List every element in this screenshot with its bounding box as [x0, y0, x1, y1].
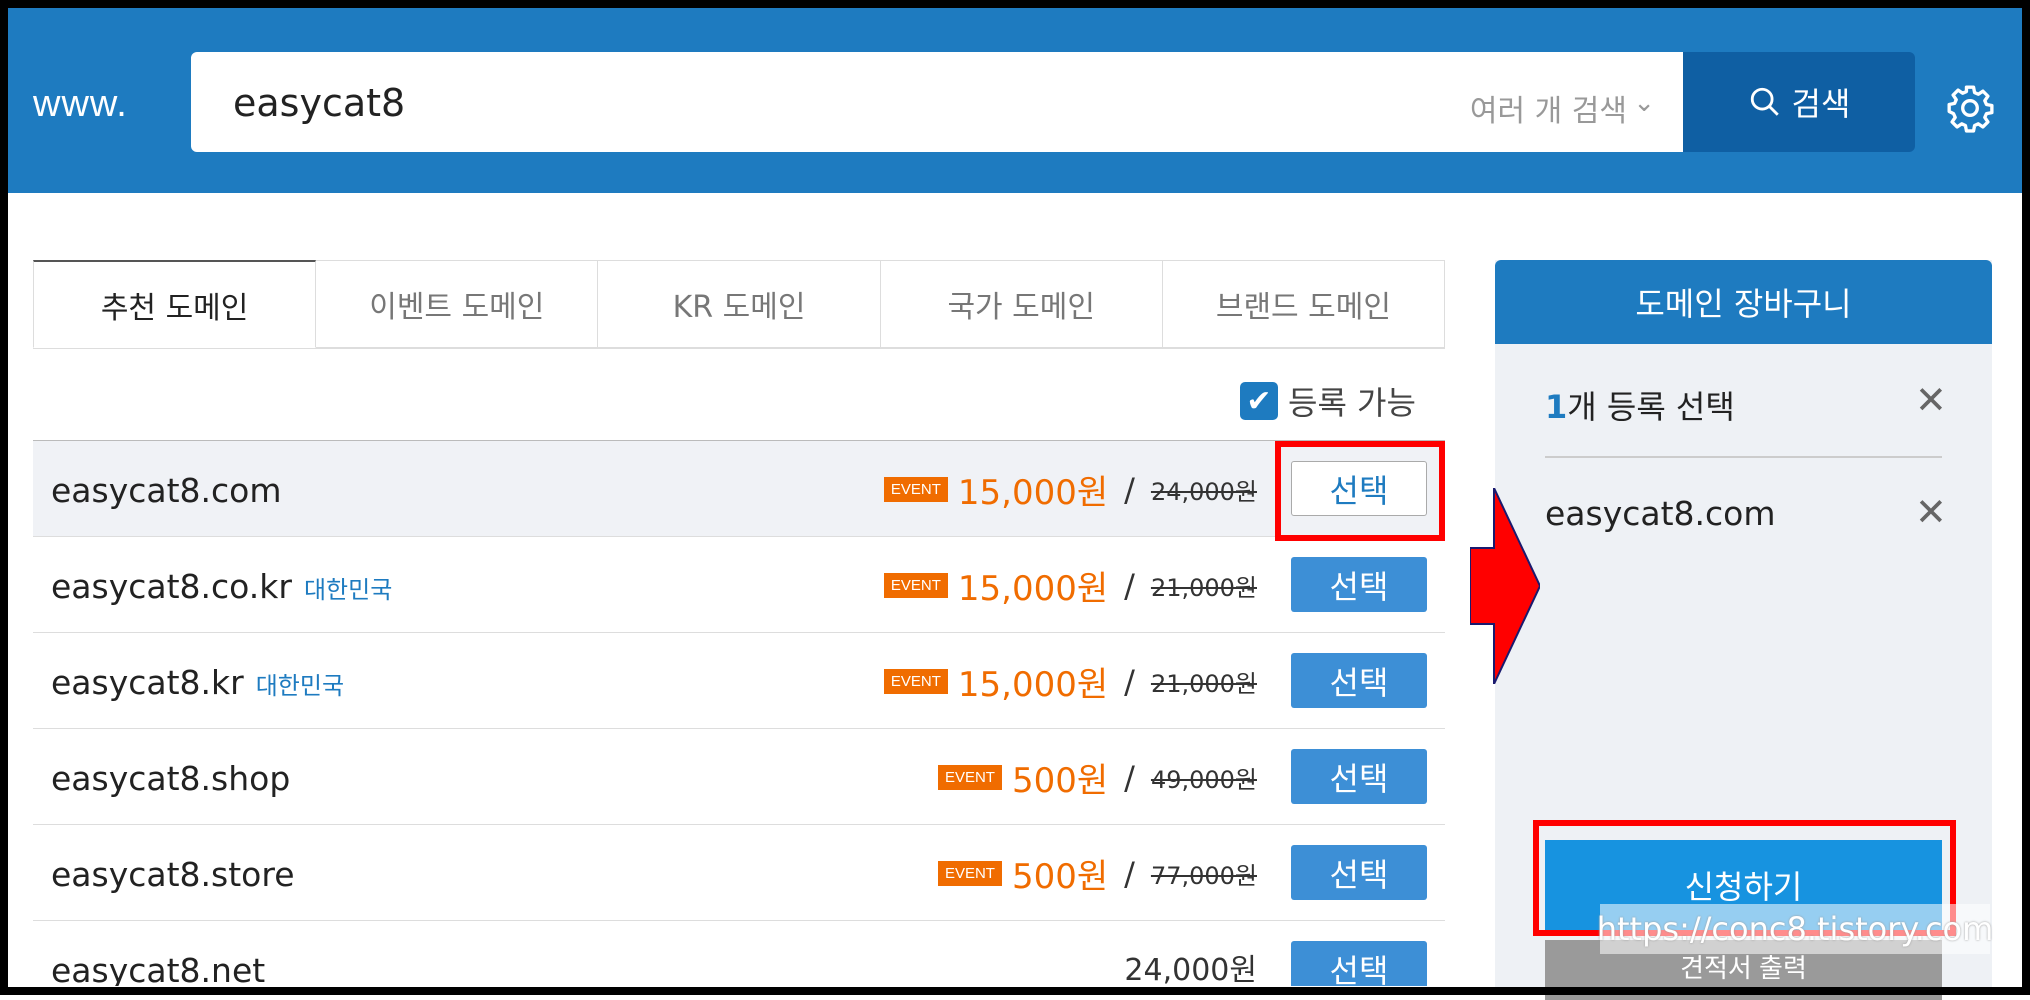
country-label: 대한민국 — [303, 576, 393, 604]
domain-name: easycat8.co.kr 대한민국 — [51, 567, 393, 606]
table-row: easycat8.kr 대한민국 EVENT 15,000원 / 21,000원 … — [33, 633, 1445, 729]
remove-item-close-icon[interactable]: ✕ — [1915, 490, 1947, 534]
domain-list: easycat8.com EVENT 15,000원 / 24,000원 선택 … — [33, 440, 1445, 986]
cart-count-number: 1 — [1545, 388, 1568, 426]
sale-price: 15,000원 — [957, 569, 1109, 609]
sale-price: 15,000원 — [957, 665, 1109, 705]
domain-search-input[interactable] — [231, 74, 1335, 132]
tab-recommended[interactable]: 추천 도메인 — [33, 260, 317, 348]
cart-item-domain: easycat8.com — [1545, 494, 1776, 533]
domain-name: easycat8.com — [51, 471, 282, 510]
price-info: EVENT 15,000원 / 21,000원 — [883, 657, 1257, 706]
search-button[interactable]: 검색 — [1683, 52, 1915, 152]
price-info: EVENT 15,000원 / 24,000원 — [883, 465, 1257, 514]
sale-price: 500원 — [1011, 761, 1109, 801]
search-box: 여러 개 검색 ⌄ — [191, 52, 1683, 152]
search-button-label: 검색 — [1791, 86, 1851, 122]
cart-divider — [1545, 456, 1942, 458]
tab-brand[interactable]: 브랜드 도메인 — [1162, 260, 1446, 348]
country-label: 대한민국 — [255, 672, 345, 700]
event-badge: EVENT — [883, 669, 948, 694]
original-price: 21,000원 — [1150, 574, 1257, 602]
original-price: 49,000원 — [1150, 766, 1257, 794]
select-button[interactable]: 선택 — [1291, 653, 1427, 708]
domain-name: easycat8.kr 대한민국 — [51, 663, 345, 702]
annotation-arrow-icon — [1470, 488, 1540, 684]
chevron-down-icon[interactable]: ⌄ — [1633, 88, 1655, 118]
select-button[interactable]: 선택 — [1291, 941, 1427, 986]
table-row: easycat8.shop EVENT 500원 / 49,000원 선택 — [33, 729, 1445, 825]
domain-tabs: 추천 도메인 이벤트 도메인 KR 도메인 국가 도메인 브랜드 도메인 — [33, 260, 1446, 349]
tab-kr[interactable]: KR 도메인 — [598, 260, 881, 348]
annotation-highlight-select — [1275, 441, 1445, 541]
tab-event[interactable]: 이벤트 도메인 — [316, 260, 599, 348]
www-prefix: www. — [33, 83, 128, 125]
price-info: EVENT 500원 / 77,000원 — [937, 849, 1257, 898]
price-info: EVENT 500원 / 49,000원 — [937, 753, 1257, 802]
available-filter[interactable]: ✔ 등록 가능 — [1240, 378, 1416, 424]
select-button[interactable]: 선택 — [1291, 749, 1427, 804]
available-filter-label: 등록 가능 — [1288, 384, 1416, 422]
original-price: 77,000원 — [1150, 862, 1257, 890]
tab-country[interactable]: 국가 도메인 — [880, 260, 1163, 348]
watermark-text: https://conc8.tistory.com — [1597, 904, 1993, 954]
event-badge: EVENT — [937, 765, 1002, 790]
cart-selection-count: 1개 등록 선택 — [1545, 382, 1735, 428]
event-badge: EVENT — [883, 477, 948, 502]
cart-count-label: 개 등록 선택 — [1567, 388, 1735, 426]
price-info: EVENT 15,000원 / 21,000원 — [883, 561, 1257, 610]
select-button[interactable]: 선택 — [1291, 557, 1427, 612]
price-info: 24,000원 — [1124, 945, 1257, 986]
table-row: easycat8.store EVENT 500원 / 77,000원 선택 — [33, 825, 1445, 921]
table-row: easycat8.com EVENT 15,000원 / 24,000원 선택 — [33, 441, 1445, 537]
table-row: easycat8.co.kr 대한민국 EVENT 15,000원 / 21,00… — [33, 537, 1445, 633]
search-icon — [1750, 87, 1779, 116]
checkbox-checked-icon[interactable]: ✔ — [1240, 382, 1278, 420]
original-price: 24,000원 — [1150, 478, 1257, 506]
domain-name: easycat8.store — [51, 855, 295, 894]
header-bar: www. 여러 개 검색 ⌄ 검색 — [8, 8, 2022, 193]
sale-price: 15,000원 — [957, 473, 1109, 513]
cart-title: 도메인 장바구니 — [1495, 260, 1992, 344]
sale-price: 500원 — [1011, 857, 1109, 897]
event-badge: EVENT — [883, 573, 948, 598]
original-price: 21,000원 — [1150, 670, 1257, 698]
domain-name: easycat8.net — [51, 951, 266, 986]
select-button[interactable]: 선택 — [1291, 845, 1427, 900]
gear-icon[interactable] — [1945, 83, 1995, 133]
regular-price: 24,000원 — [1124, 953, 1257, 986]
multi-search-toggle[interactable]: 여러 개 검색 — [1470, 86, 1627, 130]
domain-name: easycat8.shop — [51, 759, 291, 798]
clear-all-close-icon[interactable]: ✕ — [1915, 378, 1947, 422]
table-row: easycat8.net 24,000원 선택 — [33, 921, 1445, 986]
event-badge: EVENT — [937, 861, 1002, 886]
